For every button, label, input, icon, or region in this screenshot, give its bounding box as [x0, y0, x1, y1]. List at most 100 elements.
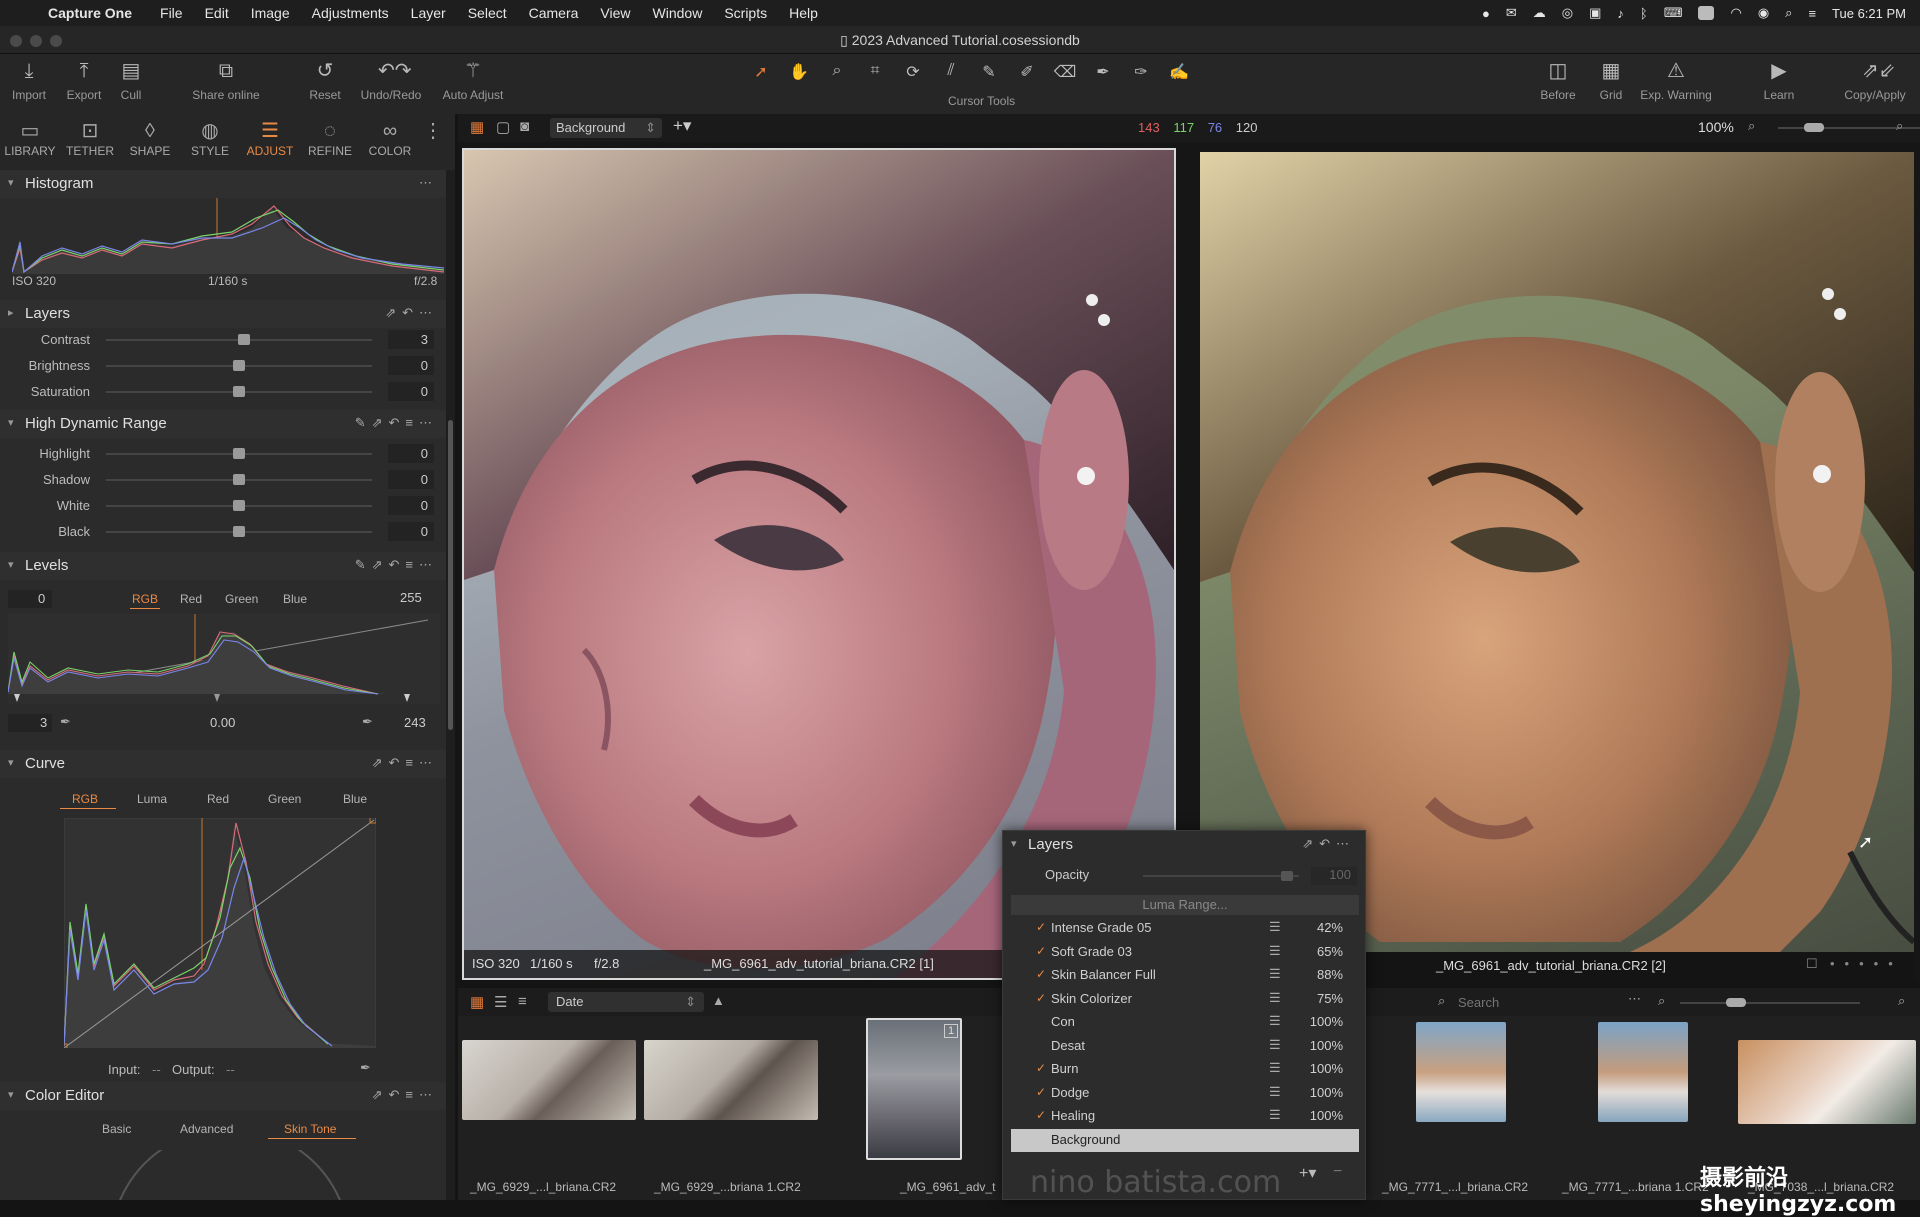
layer-adjust-icon[interactable]: ☰	[1269, 1107, 1281, 1123]
levels-input-high[interactable]: 255	[400, 590, 422, 605]
layer-adjust-icon[interactable]: ☰	[1269, 1084, 1281, 1100]
search-options-icon[interactable]: ⋯	[1628, 991, 1641, 1007]
tab-style[interactable]: ◍ STYLE	[180, 118, 240, 158]
slider-knob[interactable]	[238, 334, 251, 345]
color-editor-tab-advanced[interactable]: Advanced	[180, 1122, 233, 1136]
learn-button[interactable]: ▶ Learn	[1762, 60, 1796, 102]
thumb-size-knob[interactable]	[1726, 998, 1746, 1007]
layer-adjust-icon[interactable]: ☰	[1269, 1060, 1281, 1076]
levels-graph[interactable]	[8, 614, 440, 704]
eraser-icon[interactable]: ⌫	[1052, 62, 1078, 82]
select-cursor-icon[interactable]: ➚	[748, 62, 774, 82]
curve-channel-blue[interactable]: Blue	[343, 792, 367, 806]
opacity-slider-track[interactable]	[1143, 875, 1299, 877]
curve-channel-red[interactable]: Red	[207, 792, 229, 806]
single-view-icon[interactable]: ▢	[496, 118, 510, 136]
picker-cursor-icon[interactable]: ✎	[976, 62, 1002, 82]
layer-adjust-icon[interactable]: ☰	[1269, 919, 1281, 935]
slider-value[interactable]: 0	[388, 444, 434, 463]
layer-selector[interactable]: Background ⇕	[550, 118, 662, 138]
multi-view-icon[interactable]: ▦	[470, 118, 484, 136]
thumb-size-small-icon[interactable]: ⌕	[1658, 993, 1665, 1009]
layer-row[interactable]: ✓ Healing ☰ 100%	[1011, 1105, 1359, 1128]
layer-adjust-icon[interactable]: ☰	[1269, 966, 1281, 982]
layers-popup-actions-icon[interactable]: ⇗↶⋯	[1302, 836, 1355, 852]
slider-value[interactable]: 0	[388, 356, 434, 375]
menu-file[interactable]: File	[160, 5, 183, 21]
control-center-icon[interactable]: ≡	[1808, 6, 1816, 21]
slider-value[interactable]: 0	[388, 470, 434, 489]
slider-value[interactable]: 3	[388, 330, 434, 349]
levels-output-low[interactable]: 3	[8, 714, 52, 732]
layer-row[interactable]: ✓ Skin Colorizer ☰ 75%	[1011, 988, 1359, 1011]
slider-brightness[interactable]: Brightness 0	[0, 354, 448, 378]
slider-knob[interactable]	[233, 360, 245, 371]
menu-scripts[interactable]: Scripts	[724, 5, 767, 21]
menu-adjustments[interactable]: Adjustments	[312, 5, 389, 21]
volume-icon[interactable]: ♪	[1617, 6, 1624, 21]
tab-adjust[interactable]: ☰ ADJUST	[240, 118, 300, 158]
more-icon[interactable]: ⋯	[419, 175, 438, 191]
exposure-warning-button[interactable]: ⚠ Exp. Warning	[1638, 60, 1714, 102]
slider-value[interactable]: 0	[388, 522, 434, 541]
rating-dots[interactable]: •••••	[1830, 956, 1903, 971]
thumbnail[interactable]	[462, 1040, 636, 1120]
search-icon[interactable]: ⌕	[1438, 993, 1445, 1009]
chevron-down-icon[interactable]: ▾	[8, 756, 14, 769]
record-icon[interactable]: ●	[1482, 6, 1490, 21]
before-button[interactable]: ◫ Before	[1536, 60, 1580, 102]
curve-actions-icon[interactable]: ⇗↶≡⋯	[372, 755, 438, 771]
layer-row[interactable]: ✓ Dodge ☰ 100%	[1011, 1082, 1359, 1105]
checkmark-icon[interactable]: ✓	[1036, 991, 1046, 1005]
checkmark-icon[interactable]: ✓	[1036, 920, 1046, 934]
layer-row[interactable]: ✓ Soft Grade 03 ☰ 65%	[1011, 941, 1359, 964]
heal-brush-icon[interactable]: ✒	[1090, 62, 1116, 82]
tabs-more-button[interactable]: ⋮	[418, 118, 448, 144]
slider-value[interactable]: 0	[388, 382, 434, 401]
opacity-slider-knob[interactable]	[1281, 871, 1293, 881]
levels-channel-red[interactable]: Red	[180, 592, 202, 606]
levels-output-high[interactable]: 243	[404, 715, 426, 730]
thumbnail-selected[interactable]: 1	[866, 1018, 962, 1160]
cull-button[interactable]: ▤ Cull	[116, 60, 146, 102]
zoom-in-icon[interactable]: ⌕	[1896, 118, 1903, 134]
chevron-down-icon[interactable]: ▾	[8, 558, 14, 571]
clone-brush-icon[interactable]: ✑	[1128, 62, 1154, 82]
slider-shadow[interactable]: Shadow 0	[0, 468, 448, 492]
panel-scroll-thumb[interactable]	[448, 420, 453, 730]
layer-row[interactable]: ✓ Intense Grade 05 ☰ 42%	[1011, 917, 1359, 940]
tab-shape[interactable]: ◊ SHAPE	[120, 118, 180, 158]
zoom-level[interactable]: 100%	[1698, 119, 1734, 135]
thumb-size-slider[interactable]	[1680, 1002, 1860, 1004]
curve-header[interactable]: ▾ Curve ⇗↶≡⋯	[0, 750, 448, 778]
spotlight-icon[interactable]: ⌕	[1785, 5, 1792, 21]
layers-tool-actions-icon[interactable]: ⇗↶⋯	[385, 305, 438, 321]
undo-redo-button[interactable]: ↶↷ Undo/Redo	[356, 60, 426, 102]
curve-channel-rgb[interactable]: RGB	[72, 792, 98, 806]
thumbnail[interactable]	[1416, 1022, 1506, 1122]
color-picker-icon[interactable]: ✍	[1166, 62, 1192, 82]
slider-white[interactable]: White 0	[0, 494, 448, 518]
keyboard-icon[interactable]: ⌨	[1664, 5, 1683, 21]
import-button[interactable]: ⤓ Import	[8, 60, 50, 102]
slider-contrast[interactable]: Contrast 3	[0, 328, 448, 352]
color-editor-tab-skin-tone[interactable]: Skin Tone	[284, 1122, 336, 1136]
eyedropper-black-icon[interactable]: ✒	[60, 714, 71, 730]
layer-row[interactable]: Desat ☰ 100%	[1011, 1035, 1359, 1058]
thumbnail[interactable]	[1598, 1022, 1688, 1122]
thumbnail[interactable]	[1738, 1040, 1916, 1124]
slider-knob[interactable]	[233, 474, 245, 485]
layer-row[interactable]: ✓ Skin Balancer Full ☰ 88%	[1011, 964, 1359, 987]
curve-channel-green[interactable]: Green	[268, 792, 301, 806]
auto-adjust-button[interactable]: ⚚ Auto Adjust	[437, 60, 509, 102]
slider-highlight[interactable]: Highlight 0	[0, 442, 448, 466]
levels-channel-green[interactable]: Green	[225, 592, 258, 606]
menu-select[interactable]: Select	[468, 5, 507, 21]
tab-color[interactable]: ∞ COLOR	[360, 118, 420, 158]
layer-adjust-icon[interactable]: ☰	[1269, 943, 1281, 959]
proof-view-icon[interactable]: ◙	[520, 118, 529, 135]
levels-actions-icon[interactable]: ✎⇗↶≡⋯	[355, 557, 438, 573]
display-icon[interactable]: ▣	[1589, 5, 1601, 21]
tab-refine[interactable]: ◌ REFINE	[300, 118, 360, 158]
chevron-down-icon[interactable]: ▾	[8, 176, 14, 189]
